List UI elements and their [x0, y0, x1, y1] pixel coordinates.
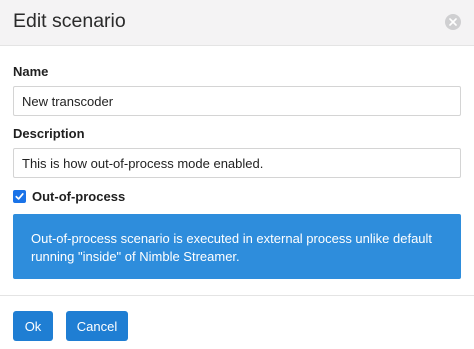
- checkmark-icon: [15, 192, 24, 200]
- out-of-process-checkbox[interactable]: [13, 189, 26, 203]
- ok-button[interactable]: Ok: [13, 311, 53, 341]
- description-label: Description: [13, 126, 85, 141]
- cancel-button[interactable]: Cancel: [66, 311, 128, 341]
- close-button[interactable]: [445, 14, 461, 30]
- name-field[interactable]: [13, 86, 461, 116]
- name-label: Name: [13, 64, 49, 79]
- dialog-title: Edit scenario: [13, 10, 126, 32]
- close-icon: [449, 18, 457, 26]
- info-alert: Out-of-process scenario is executed in e…: [13, 214, 461, 279]
- dialog-footer: Ok Cancel: [0, 295, 474, 349]
- out-of-process-label: Out-of-process: [32, 188, 126, 204]
- description-field[interactable]: [13, 148, 461, 178]
- out-of-process-option: Out-of-process: [13, 188, 125, 204]
- dialog-header: Edit scenario: [0, 0, 474, 46]
- edit-scenario-dialog: Edit scenario Name Description Out-of-pr…: [0, 0, 474, 349]
